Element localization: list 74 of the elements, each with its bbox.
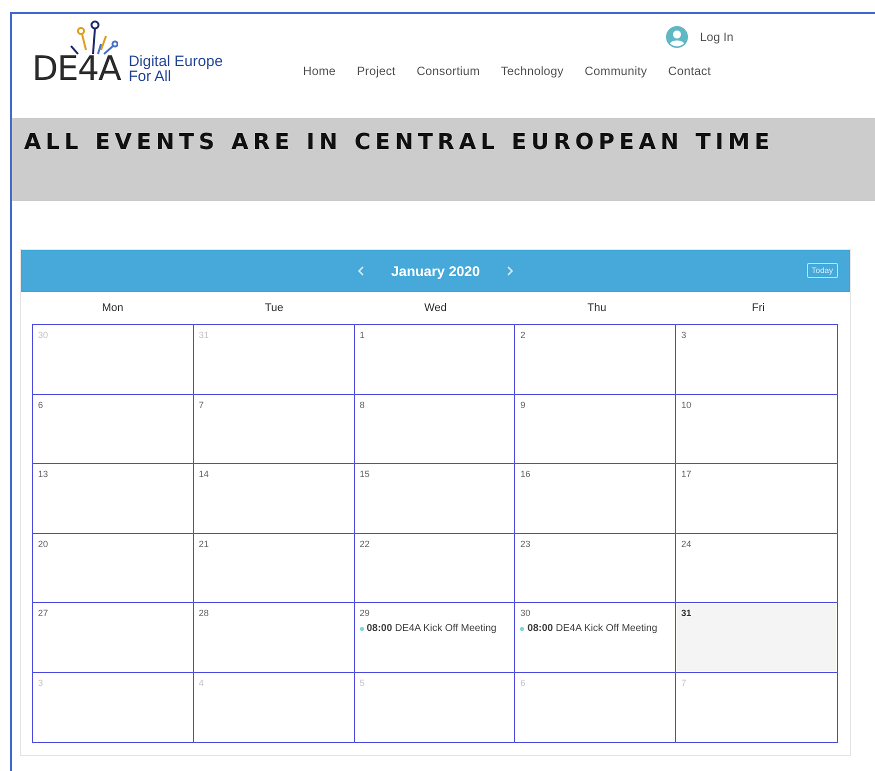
banner-heading: ALL EVENTS ARE IN CENTRAL EUROPEAN TIME — [23, 129, 776, 155]
day-cell[interactable]: 31 — [676, 603, 837, 672]
day-cell[interactable]: 7 — [194, 394, 355, 464]
pins-drawing — [68, 20, 118, 56]
day-number: 7 — [198, 400, 204, 410]
nav-link[interactable]: Technology — [500, 64, 564, 78]
day-number: 30 — [520, 608, 530, 618]
day-cell[interactable]: 21 — [194, 534, 355, 603]
nav-link[interactable]: Community — [584, 64, 648, 78]
event-entry[interactable]: 08:00 DE4A Kick Off Meeting — [366, 623, 496, 634]
month-title: January 2020 — [391, 263, 480, 279]
day-number: 13 — [38, 469, 48, 479]
nav-link[interactable]: Project — [356, 64, 396, 78]
day-number: 14 — [198, 469, 209, 479]
day-number: 4 — [198, 678, 204, 688]
day-cell[interactable]: 16 — [515, 464, 676, 534]
day-number: 3 — [38, 678, 44, 688]
day-cell[interactable]: 10 — [676, 394, 837, 464]
day-number: 20 — [38, 538, 48, 548]
day-number: 17 — [681, 469, 692, 479]
day-number: 30 — [38, 330, 48, 340]
day-number: 31 — [681, 608, 692, 618]
day-number: 24 — [681, 538, 692, 548]
day-number: 23 — [520, 538, 530, 548]
day-cell[interactable]: 27 — [33, 603, 194, 672]
day-cell[interactable]: 6 — [33, 394, 194, 464]
avatar-icon — [666, 26, 688, 48]
day-cell[interactable]: 28 — [194, 603, 355, 672]
weekday-label: Tue — [264, 302, 284, 314]
day-number: 2 — [520, 330, 526, 340]
nav-link[interactable]: Consortium — [416, 64, 480, 78]
day-cell[interactable]: 24 — [676, 534, 837, 603]
day-number: 10 — [681, 400, 692, 410]
day-number: 6 — [38, 400, 44, 410]
logo-tagline: Digital Europe — [128, 54, 223, 69]
day-cell[interactable]: 2 — [515, 325, 676, 394]
event-entry[interactable]: 08:00 DE4A Kick Off Meeting — [527, 623, 658, 634]
weekday-label: Fri — [750, 302, 766, 314]
weekday-label: Mon — [100, 302, 124, 314]
day-number: 3 — [681, 330, 686, 340]
day-cell[interactable]: 20 — [33, 534, 194, 603]
nav-link[interactable]: Contact — [668, 64, 711, 78]
day-cell[interactable]: 13 — [33, 464, 194, 534]
day-cell[interactable]: 8 — [354, 394, 516, 464]
day-cell[interactable]: 30 08:00 DE4A Kick Off Meeting — [515, 603, 676, 672]
day-cell[interactable]: 23 — [515, 534, 676, 603]
logo-wordmark: DE4A — [32, 52, 121, 86]
day-number: 15 — [360, 469, 370, 479]
day-number: 8 — [360, 400, 365, 410]
day-number: 5 — [360, 678, 365, 688]
day-cell[interactable]: 29 08:00 DE4A Kick Off Meeting — [354, 603, 516, 672]
day-cell[interactable]: 22 — [354, 534, 516, 603]
day-number: 7 — [681, 678, 686, 688]
day-cell[interactable]: 1 — [354, 325, 516, 394]
day-number: 29 — [360, 608, 370, 618]
day-number: 16 — [520, 469, 530, 479]
day-cell[interactable]: 9 — [515, 394, 676, 464]
day-number: 22 — [360, 538, 370, 548]
day-number: 27 — [38, 608, 48, 618]
day-number: 28 — [198, 608, 209, 618]
day-cell[interactable]: 14 — [194, 464, 355, 534]
weekday-label: Thu — [586, 302, 608, 314]
day-number: 31 — [198, 330, 209, 340]
day-number: 21 — [198, 538, 209, 548]
previous-month-icon[interactable] — [358, 266, 364, 276]
weekday-label: Wed — [423, 302, 448, 314]
day-number: 1 — [360, 330, 365, 340]
day-number: 9 — [520, 400, 526, 410]
login-link[interactable]: Log In — [700, 30, 734, 44]
logo-tagline: For All — [128, 69, 172, 84]
day-number: 6 — [520, 678, 526, 688]
day-cell[interactable]: 15 — [354, 464, 516, 534]
nav-link[interactable]: Home — [303, 64, 336, 78]
next-month-icon[interactable] — [506, 266, 513, 276]
